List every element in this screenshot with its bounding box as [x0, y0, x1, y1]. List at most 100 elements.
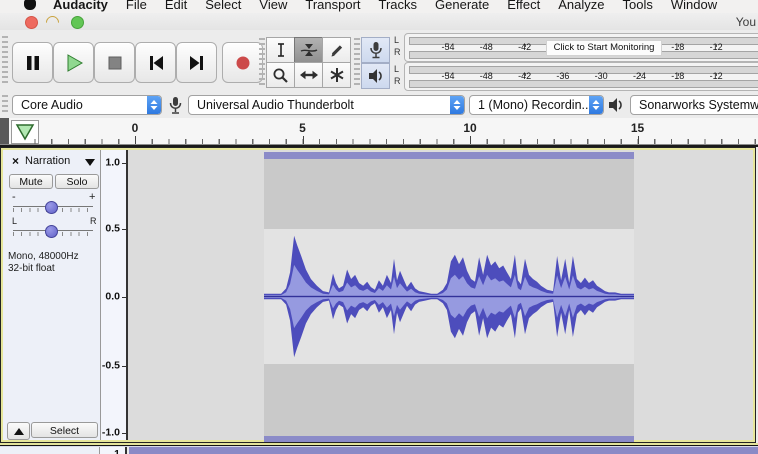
- pause-button[interactable]: [12, 42, 53, 83]
- playback-device-select[interactable]: Sonarworks Systemwid: [630, 95, 758, 115]
- play-meter-right-label: R: [394, 76, 401, 86]
- track-name-menu[interactable]: Narration: [25, 154, 97, 169]
- vertical-scale-ruler[interactable]: 1.00.50.0-0.5-1.0: [101, 150, 128, 440]
- menu-item-analyze[interactable]: Analyze: [549, 0, 613, 12]
- multi-tool-button[interactable]: [322, 62, 351, 88]
- menu-item-generate[interactable]: Generate: [426, 0, 498, 12]
- close-window-button[interactable]: [25, 16, 38, 29]
- track-2-control-panel: [0, 447, 100, 454]
- stepper-icon: [589, 96, 603, 114]
- playback-meter-scale-tick: [640, 73, 641, 76]
- timeline-minor-ticks: [28, 139, 758, 144]
- stepper-icon: [147, 96, 161, 114]
- menu-item-select[interactable]: Select: [196, 0, 250, 12]
- track-format-line1: Mono, 48000Hz: [8, 251, 79, 263]
- track-name-label: Narration: [25, 155, 70, 167]
- recording-device-icon: [168, 96, 183, 115]
- draw-tool-button[interactable]: [322, 37, 351, 63]
- toolbar-area: L R L R -54-48-42-36-30-24-18-12Click to…: [0, 30, 758, 93]
- vertical-scale-label: 0.5: [105, 223, 120, 236]
- audio-waveform[interactable]: [264, 152, 634, 442]
- envelope-tool-button[interactable]: [294, 37, 323, 63]
- zoom-tool-icon: [272, 67, 289, 84]
- waveform-zero-line: [264, 296, 634, 297]
- menu-item-view[interactable]: View: [250, 0, 296, 12]
- device-toolbar: Core Audio Universal Audio Thunderbolt 1…: [0, 92, 758, 119]
- skip-to-start-icon: [146, 54, 166, 72]
- select-track-button[interactable]: Select: [31, 422, 98, 438]
- track-2-partial: 1: [0, 447, 758, 454]
- playback-meter-scale-tick: [448, 73, 449, 76]
- zoom-window-button[interactable]: [71, 16, 84, 29]
- selection-tool-icon: [273, 42, 289, 58]
- record-icon: [234, 54, 252, 72]
- menu-item-transport[interactable]: Transport: [296, 0, 369, 12]
- timeline-label: 15: [631, 121, 644, 135]
- window-title-bar: You: [0, 13, 758, 31]
- recording-channels-select[interactable]: 1 (Mono) Recordin...: [469, 95, 604, 115]
- skip-to-end-icon: [187, 54, 207, 72]
- record-button[interactable]: [222, 42, 263, 83]
- time-shift-tool-button[interactable]: [294, 62, 323, 88]
- minimize-window-button[interactable]: [43, 13, 61, 31]
- mute-button[interactable]: Mute: [9, 174, 53, 189]
- skip-to-start-button[interactable]: [135, 42, 176, 83]
- track-2-vertical-ruler[interactable]: 1: [100, 447, 127, 454]
- menu-item-audacity[interactable]: Audacity: [44, 0, 117, 12]
- selection-tool-button[interactable]: [266, 37, 295, 63]
- track-2-scale-label: 1: [114, 448, 120, 454]
- track-2-clip[interactable]: [129, 447, 758, 454]
- meter-toolbar-grip[interactable]: [354, 38, 360, 86]
- track-narration: × Narration Mute Solo - + L R Mono, 4800…: [0, 147, 756, 443]
- transport-toolbar-grip[interactable]: [2, 36, 8, 86]
- recording-device-select[interactable]: Universal Audio Thunderbolt: [188, 95, 465, 115]
- track-canvas[interactable]: [130, 150, 753, 440]
- close-track-button[interactable]: ×: [9, 155, 22, 168]
- timeline-ruler[interactable]: 051015: [0, 118, 758, 145]
- stop-icon: [106, 54, 124, 72]
- tools-toolbar-grip[interactable]: [259, 38, 265, 86]
- record-meter-button[interactable]: [361, 37, 390, 63]
- playback-meter-scale-tick: [486, 73, 487, 76]
- skip-to-end-button[interactable]: [176, 42, 217, 83]
- pan-left-label: L: [12, 216, 17, 227]
- timeline-major-tick: [470, 136, 471, 144]
- vertical-scale-tick: [122, 229, 126, 230]
- pause-icon: [24, 54, 42, 72]
- playback-meter-scale-tick: [678, 73, 679, 76]
- menu-item-edit[interactable]: Edit: [156, 0, 196, 12]
- device-toolbar-grip[interactable]: [2, 95, 8, 115]
- menu-item-effect[interactable]: Effect: [498, 0, 549, 12]
- playback-meter-bar-left: [409, 66, 758, 74]
- apple-menu-icon[interactable]: [24, 0, 36, 10]
- menu-item-window[interactable]: Window: [662, 0, 726, 12]
- vertical-scale-label: -0.5: [102, 360, 120, 373]
- audio-host-select[interactable]: Core Audio: [12, 95, 162, 115]
- time-shift-tool-icon: [300, 69, 318, 81]
- playback-meter[interactable]: -54-48-42-36-30-24-18-12: [404, 62, 758, 91]
- microphone-icon: [369, 41, 383, 59]
- timeline-major-tick: [638, 136, 639, 144]
- menu-item-tools[interactable]: Tools: [614, 0, 662, 12]
- recording-meter-scale-tick: [486, 44, 487, 47]
- caret-down-icon: [85, 159, 95, 171]
- recording-meter-scale-tick: [716, 44, 717, 47]
- play-meter-button[interactable]: [361, 63, 390, 89]
- stop-button[interactable]: [94, 42, 135, 83]
- gain-slider-thumb[interactable]: [45, 201, 58, 214]
- pan-slider-thumb[interactable]: [45, 225, 58, 238]
- record-meter-right-label: R: [394, 47, 401, 57]
- play-button[interactable]: [53, 42, 94, 83]
- menu-item-tracks[interactable]: Tracks: [370, 0, 427, 12]
- solo-button[interactable]: Solo: [55, 174, 99, 189]
- zoom-tool-button[interactable]: [266, 62, 295, 88]
- playback-meter-scale-tick: [716, 73, 717, 76]
- timeline-major-tick: [303, 136, 304, 144]
- recording-meter-scale-tick: [448, 44, 449, 47]
- monitoring-prompt[interactable]: Click to Start Monitoring: [546, 40, 662, 56]
- vertical-scale-tick: [122, 433, 126, 434]
- pan-right-label: R: [90, 216, 97, 227]
- collapse-track-button[interactable]: [7, 422, 30, 440]
- recording-meter[interactable]: -54-48-42-36-30-24-18-12Click to Start M…: [404, 33, 758, 62]
- menu-item-file[interactable]: File: [117, 0, 156, 12]
